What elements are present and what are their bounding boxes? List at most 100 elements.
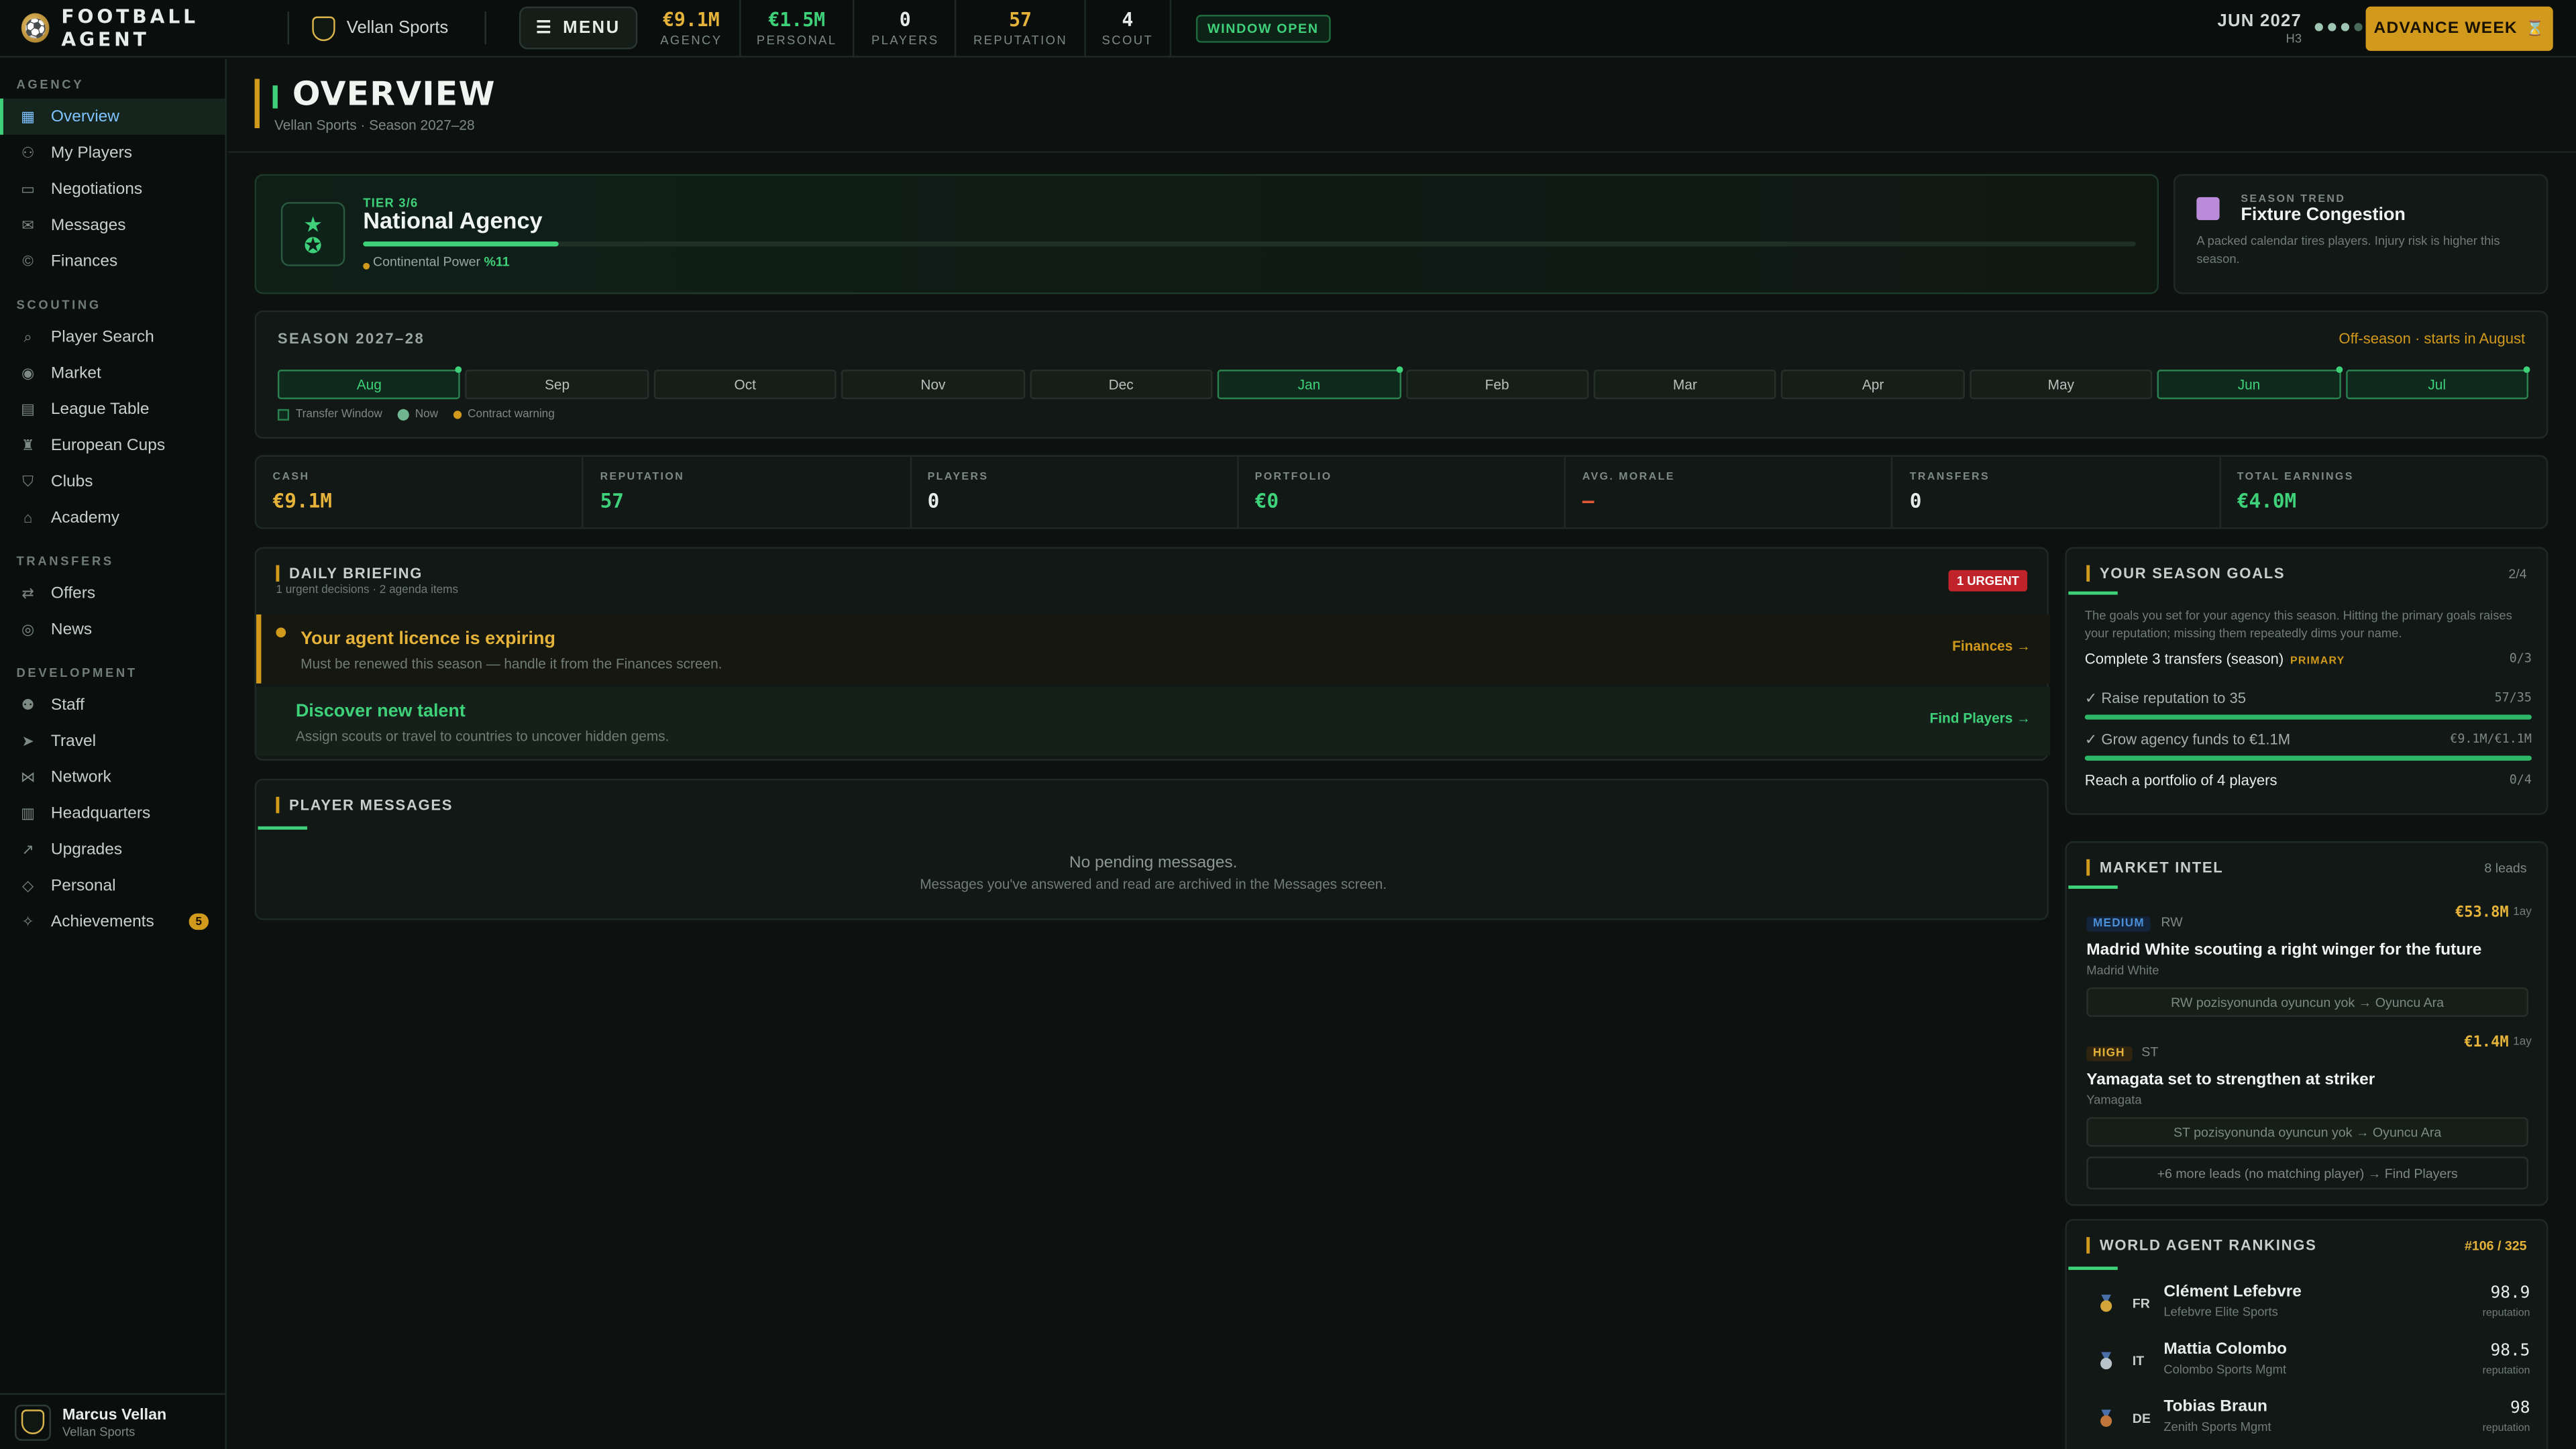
advance-week-button[interactable]: ADVANCE WEEK ⌛ <box>2365 6 2553 51</box>
page-subtitle: Vellan Sports · Season 2027–28 <box>274 116 475 133</box>
top-stat-reputation[interactable]: 57 REPUTATION <box>957 0 1086 57</box>
page-title: OVERVIEW <box>292 74 496 113</box>
priority-badge: MEDIUM <box>2086 916 2151 932</box>
briefing-item-talent[interactable]: Discover new talent Assign scouts or tra… <box>256 686 2051 756</box>
find-players-link[interactable]: Find Players → <box>1930 710 2031 726</box>
priority-badge: HIGH <box>2086 1046 2132 1062</box>
top-stat-scout[interactable]: 4 SCOUT <box>1085 0 1172 57</box>
calendar-legend: Transfer Window Now Contract warning <box>277 409 555 421</box>
ranking-row[interactable]: FR Clément Lefebvre Lefebvre Elite Sports 9… <box>2067 1272 2550 1330</box>
sidebar-item-league-table[interactable]: ▤ League Table <box>0 391 225 427</box>
sidebar-item-label: Offers <box>50 584 96 602</box>
goal-item: Complete 3 transfers (season) PRIMARY 0/3 <box>2085 651 2532 667</box>
medal-icon <box>2098 1291 2114 1312</box>
sidebar-item-finances[interactable]: © Finances <box>0 243 225 279</box>
goal-label: ✓ Grow agency funds to €1.1M <box>2084 731 2291 748</box>
goal-name: ✓ Raise reputation to 35 <box>2085 690 2532 708</box>
legend-window: Transfer Window <box>277 409 382 421</box>
market-lead[interactable]: HIGH ST €1.4M 1ay Yamagata set to strengthen… <box>2086 1035 2532 1147</box>
sidebar-item-travel[interactable]: ➤ Travel <box>0 723 225 759</box>
club-selector[interactable]: Vellan Sports <box>289 15 484 41</box>
sidebar-item-achievements[interactable]: ✧ Achievements 5 <box>0 904 225 940</box>
sidebar-item-clubs[interactable]: ⛉ Clubs <box>0 464 225 500</box>
agent-score: 98.9 <box>2490 1285 2530 1303</box>
month-feb[interactable]: Feb <box>1405 370 1589 400</box>
more-leads-button[interactable]: +6 more leads (no matching player) → Fin… <box>2086 1157 2529 1190</box>
sidebar-item-headquarters[interactable]: ▥ Headquarters <box>0 795 225 831</box>
month-apr[interactable]: Apr <box>1781 370 1965 400</box>
sidebar-item-personal[interactable]: ◇ Personal <box>0 867 225 904</box>
messages-empty-sub: Messages you've answered and read are ar… <box>920 875 1387 892</box>
top-stat-personal[interactable]: €1.5M PERSONAL <box>740 0 855 57</box>
date-sub: H3 <box>2286 31 2302 46</box>
season-goals: YOUR SEASON GOALS 2/4 The goals you set … <box>2065 547 2548 815</box>
trend-icon: ↗ <box>21 840 34 857</box>
top-stat-players[interactable]: 0 PLAYERS <box>855 0 957 57</box>
sidebar-section-title: DEVELOPMENT <box>16 665 138 680</box>
sidebar-item-network[interactable]: ⋈ Network <box>0 759 225 795</box>
ranking-row[interactable]: DE Tobias Braun Zenith Sports Mgmt 98 reputa… <box>2067 1387 2550 1444</box>
month-may[interactable]: May <box>1969 370 2153 400</box>
briefing-item-licence[interactable]: Your agent licence is expiring Must be r… <box>256 614 2051 684</box>
mail-icon: ✉ <box>21 216 34 233</box>
agent-name: Mattia Colombo <box>2163 1340 2288 1359</box>
kpi-cash: CASH €9.1M <box>256 456 584 528</box>
sidebar-item-upgrades[interactable]: ↗ Upgrades <box>0 831 225 867</box>
user-card[interactable]: Marcus Vellan Vellan Sports <box>0 1393 227 1449</box>
kpi-strip: CASH €9.1M REPUTATION 57 PLAYERS 0 PORTFOLIO €0… <box>254 455 2548 529</box>
legend-now-label: Now <box>415 409 439 421</box>
globe-icon: ◎ <box>21 620 35 637</box>
player-messages: PLAYER MESSAGES No pending messages. Mes… <box>254 778 2049 920</box>
menu-button[interactable]: ☰ MENU <box>519 6 637 50</box>
month-sep[interactable]: Sep <box>466 370 649 400</box>
lead-action-button[interactable]: ST pozisyonunda oyuncun yok → Oyuncu Ara <box>2086 1117 2529 1147</box>
brand[interactable]: ⚽ FOOTBALL AGENT <box>0 5 288 51</box>
top-stat-agency[interactable]: €9.1M AGENCY <box>644 0 741 57</box>
trophy-icon: ♜ <box>21 436 35 453</box>
sidebar-item-offers[interactable]: ⇄ Offers <box>0 575 225 611</box>
lead-action-button[interactable]: RW pozisyonunda oyuncun yok → Oyuncu Ara <box>2086 987 2529 1017</box>
sidebar-item-european-cups[interactable]: ♜ European Cups <box>0 427 225 464</box>
hourglass-icon: ⌛ <box>2526 19 2545 36</box>
sidebar-item-label: Travel <box>50 732 97 750</box>
sidebar-item-player-search[interactable]: ⌕ Player Search <box>0 319 225 355</box>
sidebar-item-overview[interactable]: ▦ Overview <box>0 98 225 135</box>
count-badge: 5 <box>189 913 209 930</box>
medal-icon <box>2098 1349 2114 1370</box>
sidebar: AGENCY ▦ Overview ⚇ My Players ▭ Negotiations ✉… <box>0 59 227 1449</box>
sidebar-item-label: Network <box>50 767 111 786</box>
finances-link[interactable]: Finances → <box>1952 637 2031 653</box>
lead-meta: HIGH ST €1.4M 1ay <box>2086 1035 2532 1065</box>
sidebar-item-market[interactable]: ◉ Market <box>0 355 225 391</box>
sidebar-item-my-players[interactable]: ⚇ My Players <box>0 135 225 171</box>
month-jan[interactable]: Jan <box>1217 366 1403 400</box>
title-underline <box>2068 1267 2118 1271</box>
advance-week-label: ADVANCE WEEK <box>2373 19 2518 38</box>
kpi-players: PLAYERS 0 <box>911 456 1239 528</box>
sidebar-item-negotiations[interactable]: ▭ Negotiations <box>0 171 225 207</box>
diamond-icon: ◇ <box>22 876 34 894</box>
club-name: Vellan Sports <box>346 17 449 38</box>
title-underline <box>258 826 307 830</box>
month-jun[interactable]: Jun <box>2157 366 2343 400</box>
month-mar[interactable]: Mar <box>1593 370 1777 400</box>
season-trend-card: SEASON TREND Fixture Congestion A packed… <box>2174 174 2548 294</box>
month-nov[interactable]: Nov <box>841 370 1025 400</box>
month-jul[interactable]: Jul <box>2345 366 2531 400</box>
market-lead[interactable]: MEDIUM RW €53.8M 1ay Madrid White scouting a… <box>2086 905 2532 1017</box>
sidebar-item-academy[interactable]: ⌂ Academy <box>0 499 225 535</box>
briefing-desc: Must be renewed this season — handle it … <box>301 655 722 672</box>
rankings-position: #106 / 325 <box>2464 1238 2527 1254</box>
sidebar-item-news[interactable]: ◎ News <box>0 611 225 647</box>
sidebar-item-messages[interactable]: ✉ Messages <box>0 207 225 244</box>
sidebar-item-staff[interactable]: ⚉ Staff <box>0 687 225 723</box>
kpi-value: €4.0M <box>2237 489 2297 513</box>
agent-score: 98.5 <box>2490 1342 2530 1360</box>
ranking-row[interactable]: IT Mattia Colombo Colombo Sports Mgmt 98.5 r… <box>2067 1329 2550 1387</box>
world-agent-rankings: WORLD AGENT RANKINGS #106 / 325 FR Clémen… <box>2065 1219 2548 1449</box>
month-dec[interactable]: Dec <box>1029 370 1213 400</box>
month-aug[interactable]: Aug <box>277 366 464 400</box>
agent-agency: Lefebvre Elite Sports <box>2163 1304 2278 1320</box>
month-oct[interactable]: Oct <box>653 370 837 400</box>
tier-progress <box>363 241 2136 247</box>
